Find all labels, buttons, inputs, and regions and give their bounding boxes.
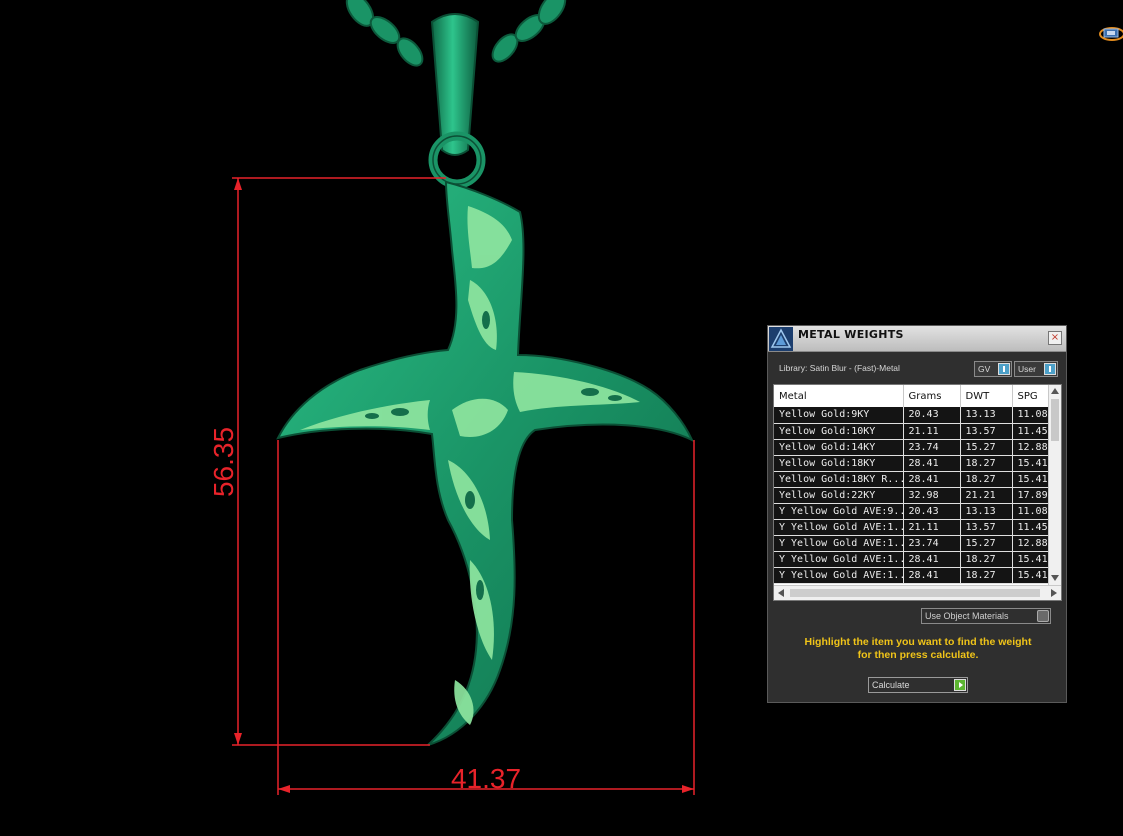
cell-grams: 21.11 xyxy=(903,423,961,440)
use-object-materials-button[interactable]: Use Object Materials xyxy=(921,608,1051,624)
cell-spg: 15.41 xyxy=(1012,471,1050,488)
cell-spg: 15.41 xyxy=(1012,567,1050,584)
cell-spg: 12.88 xyxy=(1012,535,1050,552)
height-dimension-label: 56.35 xyxy=(208,427,239,497)
table-row[interactable]: Yellow Gold:22KY 32.98 21.21 17.89 xyxy=(774,487,1050,504)
user-toggle-button[interactable]: User xyxy=(1014,361,1058,377)
cell-dwt: 18.27 xyxy=(960,567,1013,584)
toggle-icon xyxy=(998,363,1010,375)
cell-dwt: 18.27 xyxy=(960,471,1013,488)
cell-grams: 20.43 xyxy=(903,407,961,424)
library-label: Library: Satin Blur - (Fast)-Metal xyxy=(779,363,900,373)
cell-spg: 11.08 xyxy=(1012,503,1050,520)
use-object-materials-label: Use Object Materials xyxy=(925,611,1009,621)
toggle-icon xyxy=(1044,363,1056,375)
cell-metal: Yellow Gold:18KY R... xyxy=(774,471,904,488)
cell-grams: 23.74 xyxy=(903,535,961,552)
cell-metal: Y Yellow Gold AVE:1... xyxy=(774,567,904,584)
table-row[interactable]: Yellow Gold:10KY 21.11 13.57 11.45 xyxy=(774,423,1050,440)
table-row[interactable]: Y Yellow Gold AVE:9... 20.43 13.13 11.08 xyxy=(774,503,1050,520)
horizontal-scrollbar[interactable] xyxy=(774,585,1061,600)
scroll-right-icon[interactable] xyxy=(1051,589,1057,597)
calculate-button[interactable]: Calculate xyxy=(868,677,968,693)
cell-dwt: 21.21 xyxy=(960,487,1013,504)
instructions-line-2: for then press calculate. xyxy=(857,649,979,661)
cell-spg: 11.45 xyxy=(1012,519,1050,536)
metal-weights-table[interactable]: Metal Grams DWT SPG Yellow Gold:9KY 20.43… xyxy=(773,384,1062,601)
pendant-body xyxy=(276,180,695,746)
cell-metal: Y Yellow Gold AVE:1... xyxy=(774,551,904,568)
table-header-row: Metal Grams DWT SPG xyxy=(774,385,1050,407)
cell-dwt: 13.13 xyxy=(960,503,1013,520)
column-header-metal[interactable]: Metal xyxy=(774,385,904,407)
cell-metal: Yellow Gold:14KY xyxy=(774,439,904,456)
view-cube-icon[interactable] xyxy=(1098,22,1123,44)
cell-grams: 21.11 xyxy=(903,519,961,536)
cell-metal: Y Yellow Gold AVE:1... xyxy=(774,519,904,536)
table-row[interactable]: Yellow Gold:18KY R... 28.41 18.27 15.41 xyxy=(774,471,1050,488)
instructions-text: Highlight the item you want to find the … xyxy=(776,636,1060,662)
gv-label: GV xyxy=(978,364,991,374)
cell-dwt: 13.13 xyxy=(960,407,1013,424)
cell-spg: 12.88 xyxy=(1012,439,1050,456)
close-button[interactable]: × xyxy=(1048,331,1062,345)
gv-toggle-button[interactable]: GV xyxy=(974,361,1012,377)
instructions-line-1: Highlight the item you want to find the … xyxy=(804,636,1032,648)
cell-dwt: 18.27 xyxy=(960,551,1013,568)
cell-grams: 20.43 xyxy=(903,503,961,520)
table-row[interactable]: Yellow Gold:9KY 20.43 13.13 11.08 xyxy=(774,407,1050,424)
cell-metal: Y Yellow Gold AVE:9... xyxy=(774,503,904,520)
cell-metal: Yellow Gold:10KY xyxy=(774,423,904,440)
vertical-scrollbar[interactable] xyxy=(1048,385,1061,585)
cell-spg: 11.45 xyxy=(1012,423,1050,440)
table-row[interactable]: Yellow Gold:18KY 28.41 18.27 15.41 xyxy=(774,455,1050,472)
cell-metal: Yellow Gold:9KY xyxy=(774,407,904,424)
table-row[interactable]: Y Yellow Gold AVE:1... 28.41 18.27 15.41 xyxy=(774,551,1050,568)
cell-dwt: 15.27 xyxy=(960,439,1013,456)
panel-titlebar[interactable]: METAL WEIGHTS × xyxy=(768,326,1066,352)
rhino-logo-icon xyxy=(769,327,793,351)
cell-metal: Yellow Gold:18KY xyxy=(774,455,904,472)
panel-title: METAL WEIGHTS xyxy=(798,328,904,341)
cell-dwt: 18.27 xyxy=(960,455,1013,472)
column-header-dwt[interactable]: DWT xyxy=(960,385,1013,407)
table-row[interactable]: Y Yellow Gold AVE:1... 21.11 13.57 11.45 xyxy=(774,519,1050,536)
scroll-down-icon[interactable] xyxy=(1051,575,1059,581)
table-row[interactable]: Y Yellow Gold AVE:1... 28.41 18.27 15.41 xyxy=(774,567,1050,584)
table-row[interactable]: Y Yellow Gold AVE:1... 23.74 15.27 12.88 xyxy=(774,535,1050,552)
cell-spg: 17.89 xyxy=(1012,487,1050,504)
scroll-thumb[interactable] xyxy=(790,589,1040,597)
metal-weights-panel: METAL WEIGHTS × Library: Satin Blur - (F… xyxy=(767,325,1067,703)
cell-metal: Yellow Gold:22KY xyxy=(774,487,904,504)
play-icon xyxy=(954,679,966,691)
cell-dwt: 13.57 xyxy=(960,423,1013,440)
width-dimension-label: 41.37 xyxy=(451,763,521,794)
cell-spg: 15.41 xyxy=(1012,551,1050,568)
cell-dwt: 13.57 xyxy=(960,519,1013,536)
cell-grams: 28.41 xyxy=(903,567,961,584)
cell-grams: 32.98 xyxy=(903,487,961,504)
cell-grams: 23.74 xyxy=(903,439,961,456)
toggle-icon xyxy=(1037,610,1049,622)
pendant-bail xyxy=(428,13,486,189)
cell-grams: 28.41 xyxy=(903,551,961,568)
scroll-up-icon[interactable] xyxy=(1051,388,1059,394)
calculate-label: Calculate xyxy=(872,680,910,690)
cell-spg: 11.08 xyxy=(1012,407,1050,424)
cell-metal: Y Yellow Gold AVE:1... xyxy=(774,535,904,552)
user-label: User xyxy=(1018,364,1036,374)
height-dimension xyxy=(232,177,446,746)
cell-spg: 15.41 xyxy=(1012,455,1050,472)
column-header-spg[interactable]: SPG xyxy=(1012,385,1050,407)
cell-grams: 28.41 xyxy=(903,471,961,488)
column-header-grams[interactable]: Grams xyxy=(903,385,961,407)
cell-dwt: 15.27 xyxy=(960,535,1013,552)
table-row[interactable]: Yellow Gold:14KY 23.74 15.27 12.88 xyxy=(774,439,1050,456)
scroll-left-icon[interactable] xyxy=(778,589,784,597)
cell-grams: 28.41 xyxy=(903,455,961,472)
scroll-thumb[interactable] xyxy=(1051,399,1059,441)
